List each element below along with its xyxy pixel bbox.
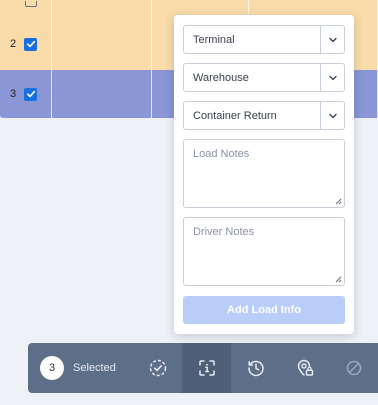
history-button[interactable]	[231, 343, 280, 393]
row-number-cell	[0, 0, 52, 18]
table-cell[interactable]	[52, 70, 152, 118]
chevron-down-icon[interactable]	[320, 26, 344, 53]
table-cell[interactable]	[52, 18, 152, 70]
row-checkbox[interactable]	[24, 87, 38, 101]
row-number: 2	[10, 38, 17, 50]
resize-handle-icon[interactable]	[335, 198, 342, 205]
row-checkbox[interactable]	[25, 1, 37, 7]
warehouse-select[interactable]: Warehouse	[183, 63, 345, 92]
row-checkbox[interactable]	[24, 37, 38, 51]
location-lock-button[interactable]	[280, 343, 329, 393]
disabled-action-button[interactable]	[329, 343, 378, 393]
driver-notes-textarea[interactable]: Driver Notes	[183, 217, 345, 286]
location-lock-icon	[297, 359, 313, 376]
resize-handle-icon[interactable]	[335, 276, 342, 283]
clock-icon	[247, 360, 264, 377]
load-notes-textarea[interactable]: Load Notes	[183, 139, 345, 208]
warehouse-select-value: Warehouse	[193, 71, 249, 84]
check-circle-icon	[149, 359, 166, 377]
terminal-select-value: Terminal	[193, 33, 235, 46]
terminal-select[interactable]: Terminal	[183, 25, 345, 54]
load-info-panel: Terminal Warehouse Container Return Load…	[174, 15, 354, 334]
check-icon	[26, 40, 35, 48]
scan-info-icon	[198, 360, 215, 376]
table-cell[interactable]	[52, 0, 152, 18]
selected-count-badge: 3	[40, 356, 64, 380]
chevron-down-icon[interactable]	[320, 102, 344, 129]
disabled-action-icon	[346, 360, 361, 376]
scan-info-button[interactable]	[182, 343, 231, 393]
container-return-select-value: Container Return	[193, 109, 277, 122]
row-number-cell: 2	[0, 18, 52, 70]
bulk-action-toolbar: 3 Selected	[28, 343, 378, 393]
driver-notes-placeholder: Driver Notes	[193, 226, 255, 238]
row-number-cell: 3	[0, 70, 52, 118]
check-icon	[26, 90, 35, 98]
check-circle-button[interactable]	[133, 343, 182, 393]
chevron-down-icon[interactable]	[320, 64, 344, 91]
load-notes-placeholder: Load Notes	[193, 148, 250, 160]
row-number: 3	[10, 88, 17, 100]
add-load-info-button[interactable]: Add Load Info	[183, 296, 345, 324]
selected-label: Selected	[73, 362, 116, 374]
container-return-select[interactable]: Container Return	[183, 101, 345, 130]
